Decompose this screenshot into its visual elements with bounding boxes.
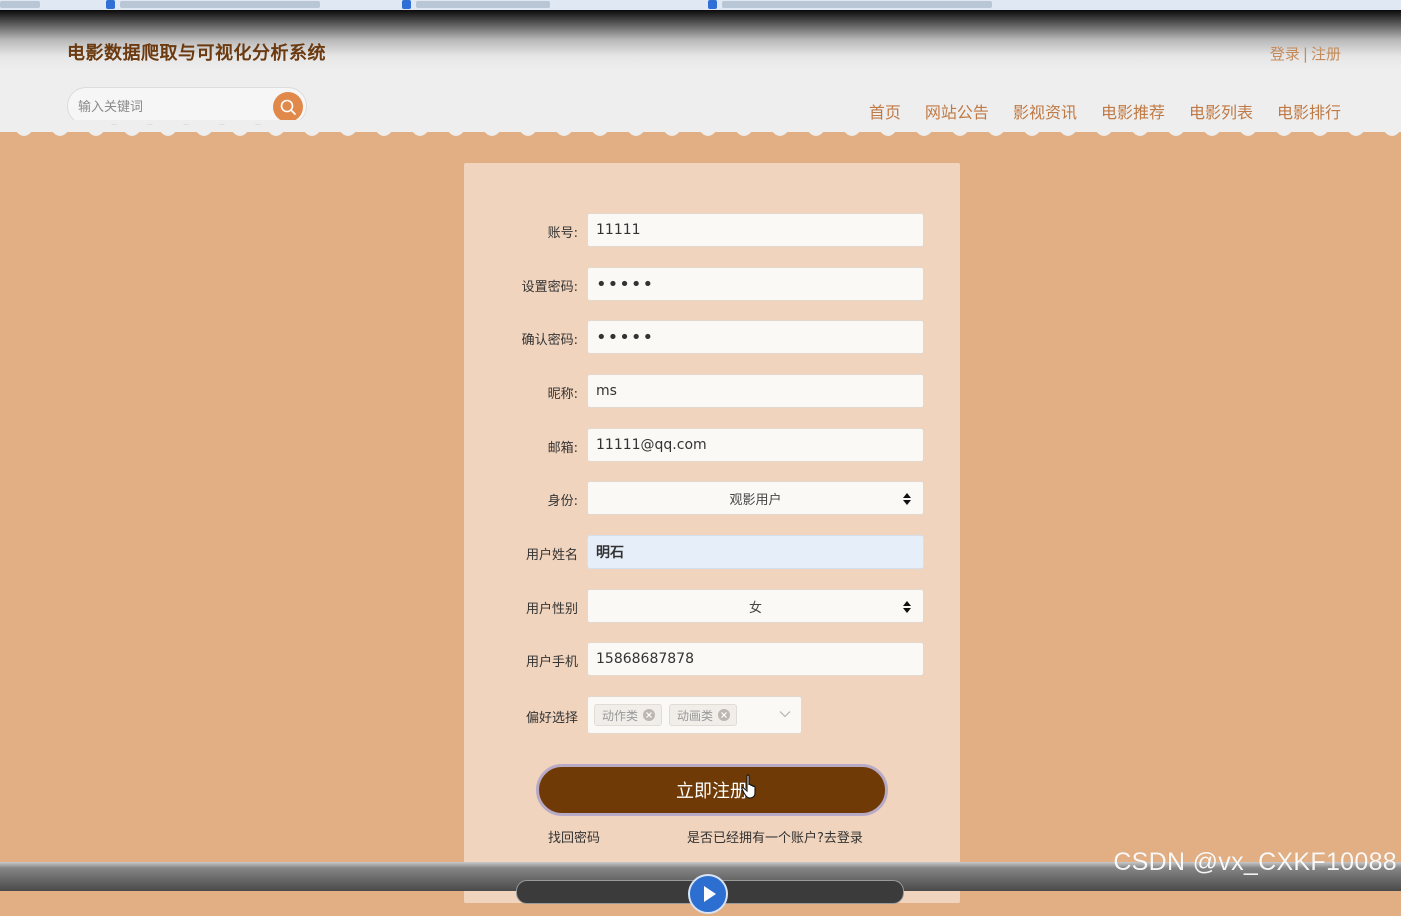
- row-email: 邮箱:: [464, 428, 960, 462]
- nickname-label: 昵称:: [547, 387, 578, 402]
- password-input[interactable]: [587, 267, 924, 301]
- row-password: 设置密码:: [464, 267, 960, 301]
- confirm-password-label: 确认密码:: [521, 333, 578, 348]
- header-wave-edge: [0, 120, 1401, 136]
- real-name-label: 用户姓名: [525, 548, 578, 563]
- search-button[interactable]: [273, 92, 303, 122]
- search-icon: [280, 99, 296, 115]
- row-phone: 用户手机: [464, 642, 960, 676]
- tag-close-icon[interactable]: [718, 709, 731, 721]
- identity-select[interactable]: 观影用户: [587, 481, 924, 515]
- go-login-link[interactable]: 是否已经拥有一个账户?去登录: [687, 827, 863, 846]
- register-submit-button[interactable]: 立即注册: [536, 764, 888, 816]
- row-account: 账号:: [464, 213, 960, 247]
- register-link[interactable]: 注册: [1311, 45, 1341, 63]
- row-gender: 用户性别 女: [464, 589, 960, 623]
- confirm-password-input[interactable]: [587, 320, 924, 354]
- preference-multiselect[interactable]: 动作类 动画类: [587, 696, 802, 734]
- register-panel: 账号: 设置密码: 确认密码: 昵称: 邮箱: 身份: 观影用户 用户姓名 用户…: [464, 163, 960, 903]
- preference-tag-label: 动画类: [677, 708, 714, 723]
- chevron-down-icon: [779, 711, 791, 718]
- search-input[interactable]: [76, 96, 270, 118]
- identity-label: 身份:: [547, 494, 578, 509]
- email-label: 邮箱:: [547, 441, 578, 456]
- auth-links: 登录 | 注册: [1270, 43, 1341, 64]
- password-label: 设置密码:: [521, 280, 578, 295]
- row-preference: 偏好选择 动作类 动画类: [464, 696, 960, 734]
- account-label: 账号:: [547, 226, 578, 241]
- play-icon: [704, 886, 716, 902]
- identity-selected-value: 观影用户: [729, 492, 782, 508]
- play-button[interactable]: [688, 874, 728, 914]
- row-confirm-password: 确认密码:: [464, 320, 960, 354]
- csdn-watermark: CSDN @vx_CXKF10088: [1113, 848, 1397, 876]
- login-link[interactable]: 登录: [1270, 45, 1300, 63]
- account-input[interactable]: [587, 213, 924, 247]
- forgot-password-link[interactable]: 找回密码: [548, 827, 600, 846]
- row-identity: 身份: 观影用户: [464, 481, 960, 515]
- gender-select[interactable]: 女: [587, 589, 924, 623]
- row-nickname: 昵称:: [464, 374, 960, 408]
- gender-label: 用户性别: [525, 602, 578, 617]
- gender-selected-value: 女: [748, 600, 762, 616]
- nickname-input[interactable]: [587, 374, 924, 408]
- phone-input[interactable]: [587, 642, 924, 676]
- select-updown-icon: [903, 493, 911, 505]
- select-updown-icon: [903, 601, 911, 613]
- preference-tag-label: 动作类: [602, 708, 639, 723]
- preference-tag: 动作类: [594, 704, 663, 726]
- preference-label: 偏好选择: [525, 711, 578, 726]
- row-real-name: 用户姓名: [464, 535, 960, 569]
- tag-close-icon[interactable]: [643, 709, 656, 721]
- browser-tab-strip: [0, 0, 1401, 10]
- real-name-input[interactable]: [587, 535, 924, 569]
- site-header: 电影数据爬取与可视化分析系统 登录|注册 首页 网站公告 影视资讯 电影推荐 电…: [0, 10, 1401, 132]
- phone-label: 用户手机: [525, 655, 578, 670]
- auth-divider: |: [1302, 45, 1308, 63]
- hand-cursor-icon: [741, 774, 756, 799]
- site-title: 电影数据爬取与可视化分析系统: [67, 43, 326, 64]
- preference-tag: 动画类: [669, 704, 738, 726]
- email-input[interactable]: [587, 428, 924, 462]
